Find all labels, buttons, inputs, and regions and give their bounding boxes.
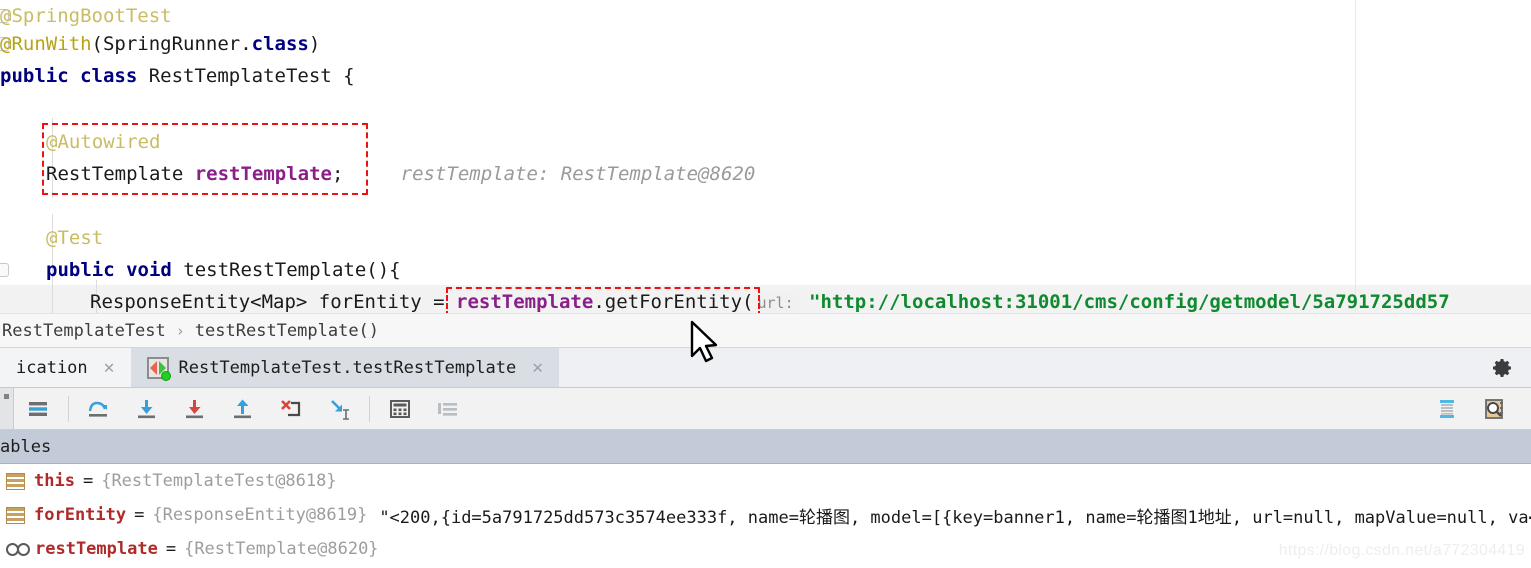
step-out-button[interactable] bbox=[219, 388, 267, 430]
line-forentity-call[interactable]: ResponseEntity<Map> forEntity = restTemp… bbox=[0, 286, 1450, 313]
var-resttemplate[interactable]: restTemplate = {RestTemplate@8620} bbox=[0, 532, 379, 566]
breadcrumb[interactable]: RestTemplateTest › testRestTemplate() bbox=[0, 313, 1531, 348]
line-class-decl-token-1: RestTemplateTest { bbox=[148, 65, 355, 87]
show-execution-point-button[interactable] bbox=[14, 388, 62, 430]
step-over-button[interactable] bbox=[75, 388, 123, 430]
tab-resttemplatetest-label: RestTemplateTest.testRestTemplate bbox=[178, 357, 517, 378]
line-runwith-token-2: class bbox=[251, 33, 309, 55]
var-forentity-value: "<200,{id=5a791725dd573c3574ee333f, name… bbox=[379, 507, 1531, 528]
line-test-anno[interactable]: @Test bbox=[0, 222, 103, 254]
line-forentity-call-token-2: .getForEntity( bbox=[593, 291, 754, 313]
step-out-icon bbox=[234, 399, 251, 418]
line-method-decl-token-1: testRestTemplate(){ bbox=[183, 259, 401, 281]
evaluate-expression-button[interactable] bbox=[376, 388, 424, 430]
inspect-view-button[interactable] bbox=[1471, 388, 1519, 430]
var-this[interactable]: this = {RestTemplateTest@8618} bbox=[0, 464, 337, 498]
evaluate-expression-icon bbox=[390, 399, 410, 418]
line-forentity-call-token-4: "http://localhost:31001/cms/config/getmo… bbox=[797, 291, 1450, 313]
debugger-toolbar[interactable] bbox=[0, 388, 1531, 430]
var-this-type: {RestTemplateTest@8618} bbox=[101, 471, 337, 491]
line-test-anno-token-0: @Test bbox=[46, 227, 104, 249]
drop-frame-icon bbox=[281, 399, 301, 416]
breadcrumb-method[interactable]: testRestTemplate() bbox=[193, 321, 381, 341]
step-over-icon bbox=[88, 401, 107, 417]
tab-resttemplatetest-close-icon[interactable]: ✕ bbox=[532, 358, 543, 377]
line-autowired-token-0: @Autowired bbox=[46, 131, 161, 153]
drop-frame-button[interactable] bbox=[267, 388, 315, 430]
show-execution-point-icon bbox=[29, 401, 47, 416]
tab-application[interactable]: ication ✕ bbox=[0, 348, 131, 387]
tab-application-close-icon[interactable]: ✕ bbox=[104, 358, 115, 377]
force-step-into-button[interactable] bbox=[171, 388, 219, 430]
run-to-cursor-button[interactable] bbox=[315, 388, 363, 430]
object-icon bbox=[6, 472, 25, 490]
gear-icon bbox=[1493, 358, 1511, 377]
line-runwith[interactable]: @RunWith(SpringRunner.class) bbox=[0, 28, 320, 60]
var-forentity[interactable]: forEntity = {ResponseEntity@8619} "<200,{id… bbox=[0, 498, 1531, 532]
var-forentity-name: forEntity bbox=[34, 505, 127, 525]
var-resttemplate-equals: = bbox=[165, 539, 177, 559]
run-configuration-icon bbox=[146, 356, 171, 381]
line-field-token-3: restTemplate: RestTemplate@8620 bbox=[343, 163, 756, 185]
line-class-decl-token-0: public class bbox=[0, 65, 149, 87]
tab-application-label: ication bbox=[16, 357, 88, 378]
thread-view-button[interactable] bbox=[1423, 388, 1471, 430]
var-this-name: this bbox=[34, 471, 75, 491]
var-resttemplate-type: {RestTemplate@8620} bbox=[184, 539, 379, 559]
line-forentity-call-token-3: url: bbox=[753, 293, 798, 313]
breadcrumb-separator-icon: › bbox=[175, 321, 185, 340]
line-runwith-token-3: ) bbox=[308, 33, 321, 55]
line-forentity-call-token-1: restTemplate bbox=[456, 291, 594, 313]
run-to-cursor-icon bbox=[331, 399, 349, 420]
variables-panel-header: ables bbox=[0, 430, 1531, 464]
var-forentity-type: {ResponseEntity@8619} bbox=[152, 505, 368, 525]
line-method-decl[interactable]: public void testRestTemplate(){ bbox=[0, 254, 401, 286]
settings-gear-button[interactable] bbox=[1491, 348, 1515, 387]
glasses-icon bbox=[6, 542, 30, 556]
line-springboottest-token-0: @SpringBootTest bbox=[0, 5, 172, 27]
toolbar-separator bbox=[68, 395, 69, 422]
watermark: https://blog.csdn.net/a772304419 bbox=[1278, 542, 1525, 559]
step-into-icon bbox=[138, 399, 155, 418]
running-status-dot bbox=[160, 370, 171, 381]
tab-resttemplatetest[interactable]: RestTemplateTest.testRestTemplate ✕ bbox=[130, 348, 560, 387]
var-this-equals: = bbox=[82, 471, 94, 491]
object-icon bbox=[6, 506, 25, 524]
variables-panel-title: ables bbox=[0, 436, 52, 457]
breadcrumb-class[interactable]: RestTemplateTest bbox=[0, 321, 168, 341]
thread-spool-icon bbox=[1440, 399, 1454, 418]
step-into-button[interactable] bbox=[123, 388, 171, 430]
tab-list: ication ✕ RestTemplateTest.testRestTemplat… bbox=[0, 348, 560, 387]
line-field-token-1: restTemplate bbox=[194, 163, 332, 185]
line-forentity-call-token-0: ResponseEntity<Map> forEntity = bbox=[90, 291, 457, 313]
line-autowired[interactable]: @Autowired bbox=[0, 126, 160, 158]
var-forentity-equals: = bbox=[134, 505, 145, 525]
toolbar-separator bbox=[369, 395, 370, 422]
line-runwith-token-1: (SpringRunner. bbox=[91, 33, 252, 55]
var-resttemplate-name: restTemplate bbox=[35, 539, 158, 559]
line-method-decl-token-0: public void bbox=[46, 259, 184, 281]
toolbar-right-actions bbox=[1423, 388, 1531, 430]
line-field-token-0: RestTemplate bbox=[46, 163, 195, 185]
line-runwith-token-0: @RunWith bbox=[0, 33, 92, 55]
trace-stream-icon bbox=[438, 402, 457, 416]
line-class-decl[interactable]: public class RestTemplateTest { bbox=[0, 60, 355, 92]
ide-debug-screenshot: @SpringBootTest @RunWith(SpringRunner.cla… bbox=[0, 0, 1531, 568]
code-editor[interactable]: @SpringBootTest @RunWith(SpringRunner.cla… bbox=[0, 0, 1531, 313]
force-step-into-icon bbox=[186, 399, 203, 418]
trace-current-stream-button[interactable] bbox=[424, 388, 472, 430]
tab-bar[interactable]: ication ✕ RestTemplateTest.testRestTemplat… bbox=[0, 348, 1531, 388]
right-margin-guide bbox=[1355, 0, 1356, 313]
line-field[interactable]: RestTemplate restTemplate; restTemplate:… bbox=[0, 158, 755, 190]
line-field-token-2: ; bbox=[332, 163, 344, 185]
toolbar-drag-handle[interactable] bbox=[0, 388, 14, 429]
inspect-icon bbox=[1485, 398, 1503, 419]
